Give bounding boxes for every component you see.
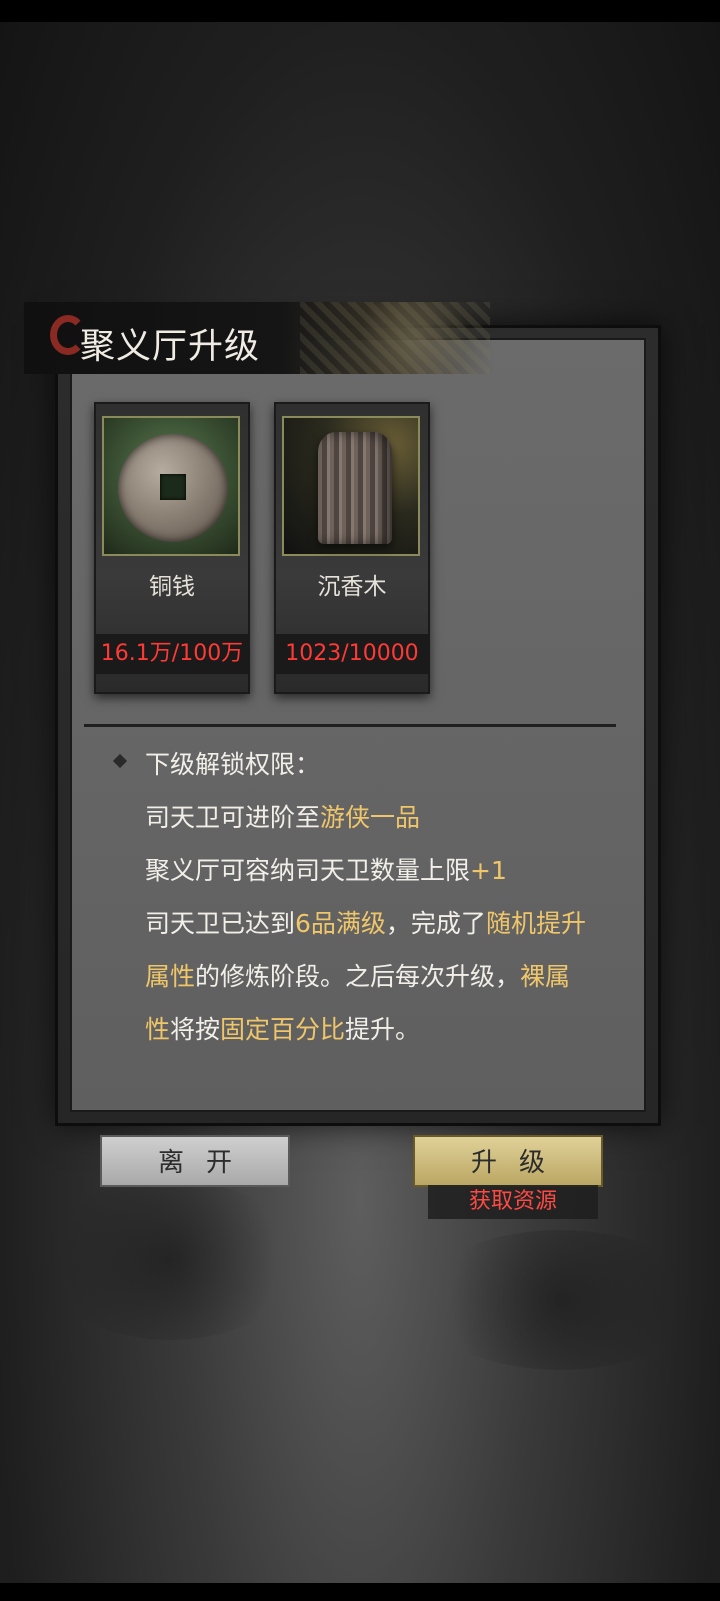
unlock-text: 提升。 [345, 1015, 421, 1044]
coin-hole [160, 474, 186, 500]
unlock-text: 聚义厅可容纳司天卫数量上限 [145, 856, 471, 885]
resource-image-frame [102, 416, 240, 556]
agarwood-icon [318, 432, 392, 544]
dialog-title: 聚义厅升级 [80, 327, 261, 367]
section-divider [84, 724, 616, 727]
unlock-text: 司天卫已达到 [145, 909, 296, 938]
get-resources-link[interactable]: 获取资源 [428, 1185, 598, 1219]
resource-image-frame [282, 416, 420, 556]
leave-button[interactable]: 离开 [100, 1135, 290, 1187]
unlock-line: 司天卫可进阶至游侠一品 [145, 798, 420, 834]
resource-card-agarwood[interactable]: 沉香木 1023/10000 [274, 402, 430, 694]
title-ornament [300, 302, 490, 374]
unlock-text: 的修炼阶段。之后每次升级， [195, 962, 521, 991]
navigation-bar [0, 1583, 720, 1601]
resource-card-copper[interactable]: 铜钱 16.1万/100万 [94, 402, 250, 694]
resource-name: 铜钱 [149, 574, 195, 600]
copper-coin-icon [118, 434, 228, 542]
resource-count: 1023/10000 [276, 634, 428, 674]
unlock-highlight: 性 [145, 1015, 171, 1044]
unlock-line: 属性的修炼阶段。之后每次升级，裸属 [145, 957, 570, 993]
unlock-line: 聚义厅可容纳司天卫数量上限+1 [145, 851, 507, 887]
resource-name: 沉香木 [317, 574, 387, 600]
unlock-text: 将按 [170, 1015, 221, 1044]
unlock-highlight: 6品满级 [295, 909, 386, 938]
unlock-highlight: 固定百分比 [220, 1015, 346, 1044]
status-bar [0, 0, 720, 22]
unlock-line: 司天卫已达到6品满级，完成了随机提升 [145, 904, 586, 940]
unlock-heading: 下级解锁权限： [145, 750, 321, 779]
ink-splash [40, 1180, 300, 1340]
ink-splash [420, 1230, 700, 1370]
unlock-line: 性将按固定百分比提升。 [145, 1010, 420, 1046]
unlock-text: 司天卫可进阶至 [145, 803, 321, 832]
unlock-highlight: 裸属 [520, 962, 571, 991]
unlock-highlight: 游侠一品 [320, 803, 421, 832]
unlock-text: ，完成了 [385, 909, 486, 938]
unlock-highlight: +1 [470, 856, 507, 885]
unlock-highlight: 随机提升 [485, 909, 586, 938]
upgrade-button[interactable]: 升级 [413, 1135, 603, 1187]
unlock-highlight: 属性 [145, 962, 196, 991]
resource-count: 16.1万/100万 [96, 634, 248, 674]
